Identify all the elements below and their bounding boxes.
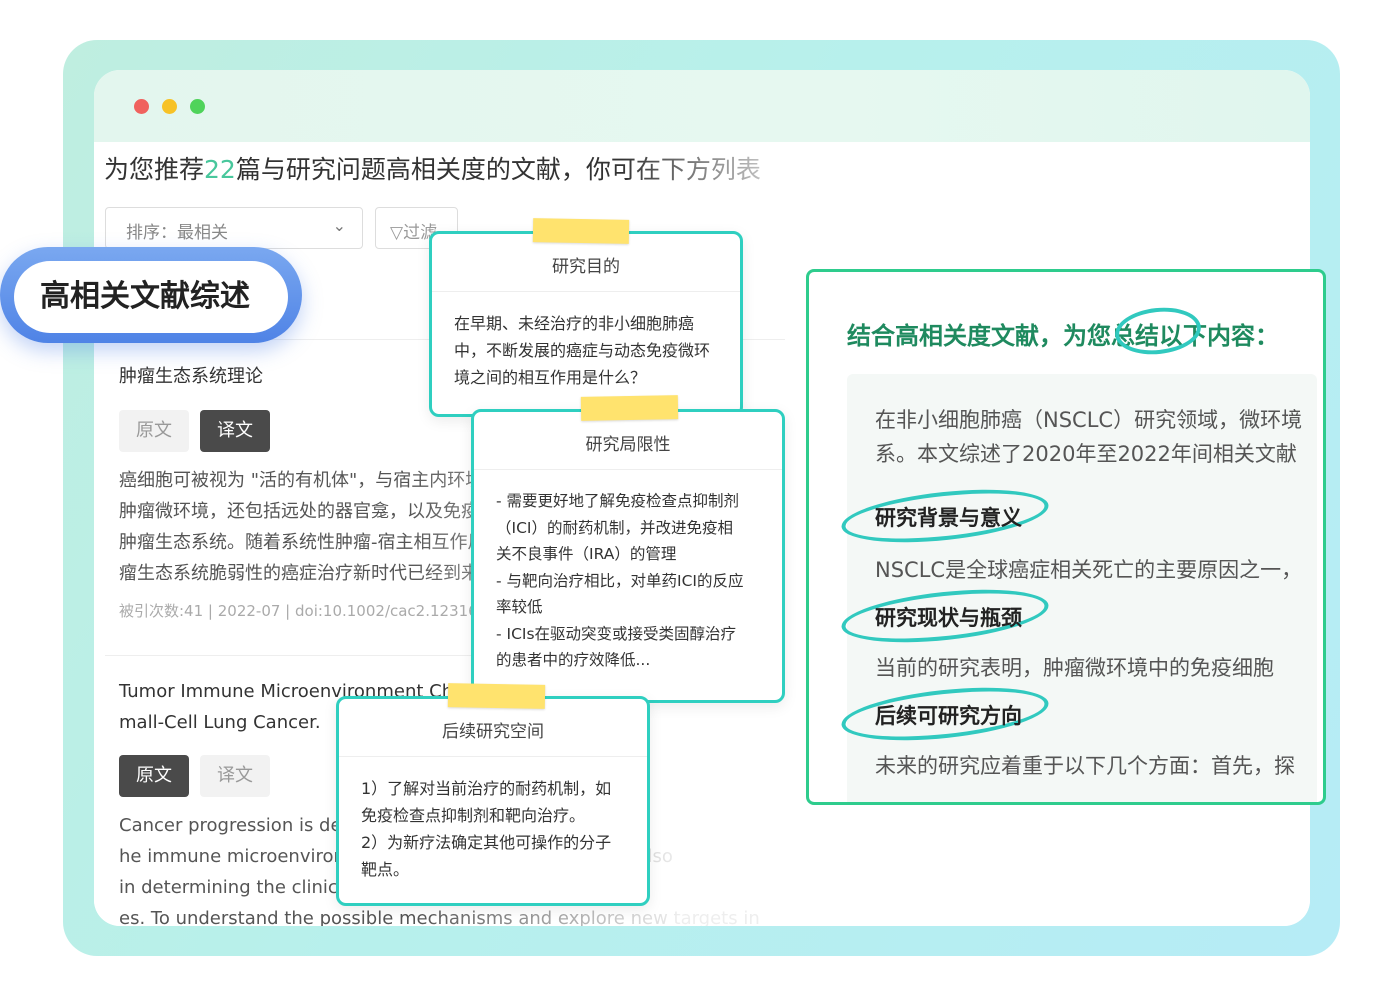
minimize-dot-icon[interactable] <box>162 99 177 114</box>
close-dot-icon[interactable] <box>134 99 149 114</box>
card-line: - 与靶向治疗相比，对单药ICI的反应 <box>496 571 744 590</box>
results-headline: 为您推荐22篇与研究问题高相关度的文献，你可在下方列表 <box>104 150 824 186</box>
abstract-line: es. To understand the possible mechanism… <box>119 908 760 926</box>
card-line: - ICIs在驱动突变或接受类固醇治疗 <box>496 624 737 643</box>
purpose-card: 研究目的 在早期、未经治疗的非小细胞肺癌 中，不断发展的癌症与动态免疫微环 境之… <box>429 231 743 417</box>
section-text: NSCLC是全球癌症相关死亡的主要原因之一， <box>875 558 1303 582</box>
card-line: 免疫检查点抑制剂和靶向治疗。 <box>361 806 586 825</box>
card-line: 关不良事件（IRA）的管理 <box>496 545 677 563</box>
limitations-card: 研究局限性 - 需要更好地了解免疫检查点抑制剂 （ICI）的耐药机制，并改进免疫… <box>471 409 785 703</box>
review-badge-label: 高相关文献综述 <box>14 261 288 333</box>
section-text: 当前的研究表明，肿瘤微环境中的免疫细胞 <box>875 656 1274 680</box>
result-title[interactable]: 肿瘤生态系统理论 <box>119 362 263 388</box>
future-card: 后续研究空间 1）了解对当前治疗的耐药机制，如 免疫检查点抑制剂和靶向治疗。 2… <box>336 696 650 906</box>
sort-select[interactable]: 排序：最相关 ⌄ <box>105 207 363 249</box>
card-body: 在早期、未经治疗的非小细胞肺癌 中，不断发展的癌症与动态免疫微环 境之间的相互作… <box>432 292 740 391</box>
summary-panel: 结合高相关度文献，为您总结以下内容： 在非小细胞肺癌（NSCLC）研究领域，微环… <box>806 269 1326 805</box>
card-line: 在早期、未经治疗的非小细胞肺癌 <box>454 314 695 333</box>
original-button[interactable]: 原文 <box>119 755 189 797</box>
original-button[interactable]: 原文 <box>119 410 189 452</box>
translation-button[interactable]: 译文 <box>200 755 270 797</box>
tape-decoration <box>532 218 630 244</box>
headline-suffix: 篇与研究问题高相关度的文献，你可在下方列表 <box>235 155 761 184</box>
chevron-down-icon: ⌄ <box>332 216 346 235</box>
summary-title: 结合高相关度文献，为您总结以下内容： <box>847 322 1279 350</box>
tape-decoration <box>580 395 679 421</box>
card-line: - 需要更好地了解免疫检查点抑制剂 <box>496 492 740 510</box>
translation-button[interactable]: 译文 <box>200 410 270 452</box>
card-line: 靶点。 <box>361 860 410 879</box>
card-line: 中，不断发展的癌症与动态免疫微环 <box>454 341 711 360</box>
result-count: 22 <box>204 155 236 184</box>
card-line: （ICI）的耐药机制，并改进免疫相 <box>496 518 733 537</box>
summary-body: 在非小细胞肺癌（NSCLC）研究领域，微环境 系。本文综述了2020年至2022… <box>839 374 1317 802</box>
filter-icon: ▽ <box>390 223 404 243</box>
review-badge: 高相关文献综述 <box>0 247 302 343</box>
card-line: 1）了解对当前治疗的耐药机制，如 <box>361 779 612 798</box>
headline-prefix: 为您推荐 <box>104 155 205 184</box>
section-heading: 后续可研究方向 <box>875 704 1022 728</box>
section-heading: 研究现状与瓶颈 <box>875 606 1022 630</box>
card-line: 2）为新疗法确定其他可操作的分子 <box>361 833 612 852</box>
card-line: 率较低 <box>496 598 543 616</box>
card-body: - 需要更好地了解免疫检查点抑制剂 （ICI）的耐药机制，并改进免疫相 关不良事… <box>474 470 782 674</box>
summary-intro-line: 在非小细胞肺癌（NSCLC）研究领域，微环境 <box>875 408 1303 432</box>
section-text: 未来的研究应着重于以下几个方面：首先，探 <box>875 754 1295 778</box>
maximize-dot-icon[interactable] <box>190 99 205 114</box>
card-body: 1）了解对当前治疗的耐药机制，如 免疫检查点抑制剂和靶向治疗。 2）为新疗法确定… <box>339 757 647 883</box>
result-meta: 被引次数:41 | 2022-07 | doi:10.1002/cac2.123… <box>119 602 478 620</box>
card-line: 境之间的相互作用是什么？ <box>454 368 647 387</box>
section-heading: 研究背景与意义 <box>875 506 1022 530</box>
card-title: 研究局限性 <box>474 412 782 470</box>
card-line: 的患者中的疗效降低... <box>496 651 651 669</box>
titlebar <box>94 70 1310 142</box>
sort-label: 排序：最相关 <box>126 223 228 243</box>
tape-decoration <box>447 683 546 709</box>
summary-intro-line: 系。本文综述了2020年至2022年间相关文献 <box>875 442 1297 466</box>
